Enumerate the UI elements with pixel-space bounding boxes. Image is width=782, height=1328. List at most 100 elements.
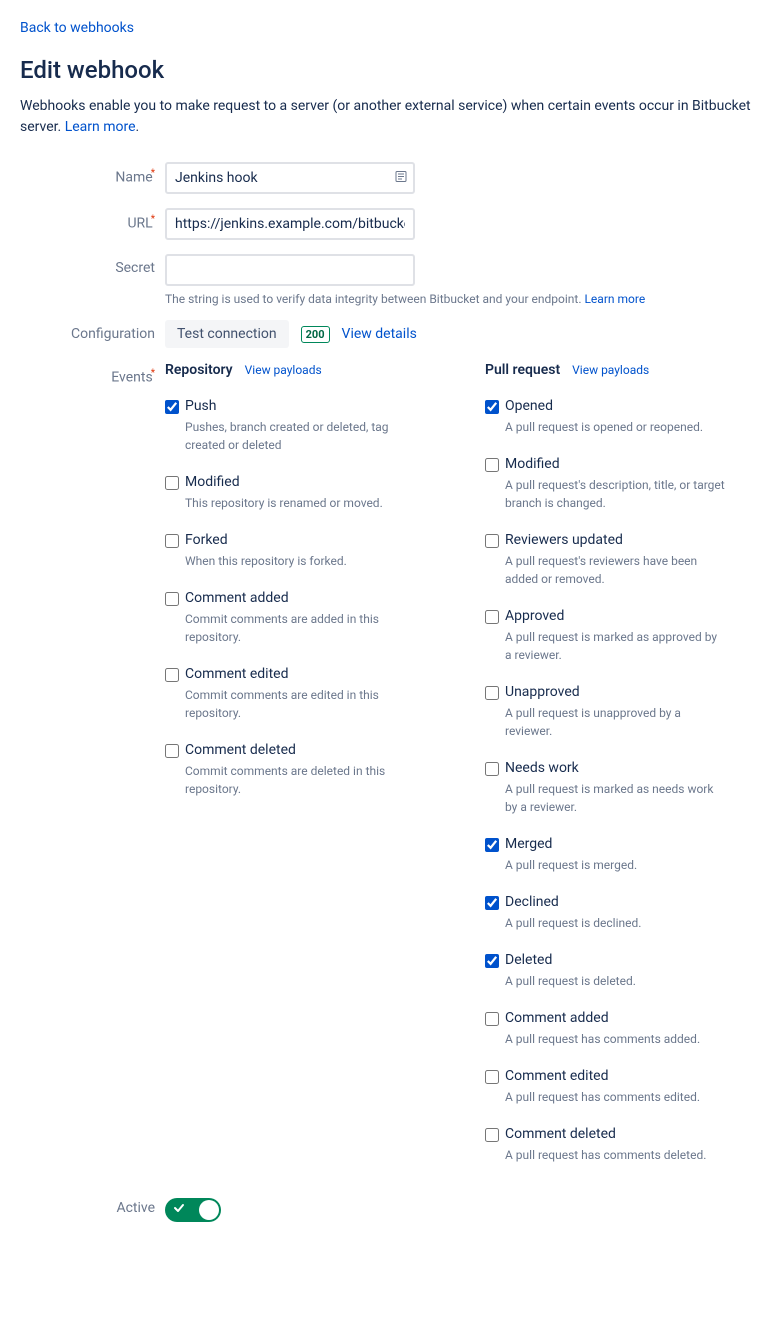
pr-event-desc: A pull request is merged. (505, 856, 725, 874)
pr-event-item: Unapproved A pull request is unapproved b… (485, 684, 725, 740)
pr-column-title: Pull request (485, 362, 560, 378)
pr-event-desc: A pull request is marked as approved by … (505, 628, 725, 664)
pr-event-item: Declined A pull request is declined. (485, 894, 725, 932)
secret-learn-more-link[interactable]: Learn more (584, 292, 645, 306)
pr-event-desc: A pull request has comments added. (505, 1030, 725, 1048)
pr-event-checkbox[interactable] (485, 610, 499, 624)
pr-view-payloads-link[interactable]: View payloads (572, 363, 649, 377)
events-label: Events* (20, 362, 165, 386)
pr-event-item: Comment added A pull request has comments… (485, 1010, 725, 1048)
repo-event-desc: Commit comments are edited in this repos… (185, 686, 405, 722)
pr-event-desc: A pull request's reviewers have been add… (505, 552, 725, 588)
pr-event-name: Reviewers updated (505, 532, 725, 548)
url-label: URL* (20, 208, 165, 232)
repo-event-item: Comment edited Commit comments are edited… (165, 666, 405, 722)
repo-event-checkbox[interactable] (165, 592, 179, 606)
repo-event-item: Comment deleted Commit comments are delet… (165, 742, 405, 798)
pr-event-checkbox[interactable] (485, 954, 499, 968)
pr-event-name: Approved (505, 608, 725, 624)
status-badge: 200 (301, 326, 330, 343)
active-toggle[interactable] (165, 1198, 221, 1222)
repo-event-desc: Commit comments are added in this reposi… (185, 610, 405, 646)
repo-event-desc: Pushes, branch created or deleted, tag c… (185, 418, 405, 454)
repo-event-desc: When this repository is forked. (185, 552, 405, 570)
repo-event-checkbox[interactable] (165, 476, 179, 490)
repo-event-checkbox[interactable] (165, 400, 179, 414)
repo-event-checkbox[interactable] (165, 668, 179, 682)
pr-event-desc: A pull request's description, title, or … (505, 476, 725, 512)
configuration-label: Configuration (20, 320, 165, 342)
name-label: Name* (20, 162, 165, 186)
repo-event-name: Comment deleted (185, 742, 405, 758)
test-connection-button[interactable]: Test connection (165, 320, 289, 348)
pr-event-checkbox[interactable] (485, 896, 499, 910)
pr-event-desc: A pull request is declined. (505, 914, 725, 932)
pr-event-checkbox[interactable] (485, 458, 499, 472)
repo-event-name: Push (185, 398, 405, 414)
pr-event-name: Needs work (505, 760, 725, 776)
pr-event-checkbox[interactable] (485, 838, 499, 852)
pr-event-name: Declined (505, 894, 725, 910)
repo-event-item: Push Pushes, branch created or deleted, t… (165, 398, 405, 454)
pr-event-checkbox[interactable] (485, 534, 499, 548)
pr-event-desc: A pull request is opened or reopened. (505, 418, 725, 436)
pr-event-item: Modified A pull request's description, ti… (485, 456, 725, 512)
repo-event-item: Modified This repository is renamed or mo… (165, 474, 405, 512)
pr-event-name: Comment edited (505, 1068, 725, 1084)
pr-event-name: Merged (505, 836, 725, 852)
repo-event-checkbox[interactable] (165, 744, 179, 758)
pr-event-name: Opened (505, 398, 725, 414)
repo-event-name: Modified (185, 474, 405, 490)
pr-event-checkbox[interactable] (485, 1070, 499, 1084)
pr-event-checkbox[interactable] (485, 400, 499, 414)
repo-event-checkbox[interactable] (165, 534, 179, 548)
repo-event-name: Comment added (185, 590, 405, 606)
pr-event-item: Needs work A pull request is marked as ne… (485, 760, 725, 816)
repo-event-desc: Commit comments are deleted in this repo… (185, 762, 405, 798)
check-icon (173, 1202, 185, 1218)
pr-event-name: Comment added (505, 1010, 725, 1026)
view-details-link[interactable]: View details (342, 326, 417, 342)
pr-event-desc: A pull request has comments edited. (505, 1088, 725, 1106)
pr-event-checkbox[interactable] (485, 686, 499, 700)
pr-event-desc: A pull request has comments deleted. (505, 1146, 725, 1164)
secret-label: Secret (20, 254, 165, 276)
url-input[interactable] (165, 208, 415, 240)
pr-event-checkbox[interactable] (485, 762, 499, 776)
page-description: Webhooks enable you to make request to a… (20, 96, 762, 138)
repo-event-item: Forked When this repository is forked. (165, 532, 405, 570)
pr-event-checkbox[interactable] (485, 1128, 499, 1142)
repo-event-item: Comment added Commit comments are added i… (165, 590, 405, 646)
repo-event-name: Forked (185, 532, 405, 548)
pr-event-item: Deleted A pull request is deleted. (485, 952, 725, 990)
repository-events-column: Repository View payloads Push Pushes, bra… (165, 362, 405, 1184)
repo-view-payloads-link[interactable]: View payloads (245, 363, 322, 377)
pr-event-item: Merged A pull request is merged. (485, 836, 725, 874)
pr-event-checkbox[interactable] (485, 1012, 499, 1026)
repository-column-title: Repository (165, 362, 233, 378)
pr-event-item: Approved A pull request is marked as appr… (485, 608, 725, 664)
repo-event-name: Comment edited (185, 666, 405, 682)
pr-event-name: Comment deleted (505, 1126, 725, 1142)
period: . (136, 119, 140, 135)
name-input[interactable] (165, 162, 415, 194)
toggle-knob (199, 1200, 219, 1220)
pull-request-events-column: Pull request View payloads Opened A pull … (485, 362, 725, 1184)
pr-event-name: Deleted (505, 952, 725, 968)
active-label: Active (20, 1198, 165, 1216)
pr-event-desc: A pull request is marked as needs work b… (505, 780, 725, 816)
page-title: Edit webhook (20, 56, 762, 84)
pr-event-item: Reviewers updated A pull request's review… (485, 532, 725, 588)
pr-event-name: Unapproved (505, 684, 725, 700)
learn-more-link[interactable]: Learn more (65, 119, 136, 135)
pr-event-name: Modified (505, 456, 725, 472)
repo-event-desc: This repository is renamed or moved. (185, 494, 405, 512)
back-to-webhooks-link[interactable]: Back to webhooks (20, 20, 762, 36)
secret-input[interactable] (165, 254, 415, 286)
pr-event-item: Comment edited A pull request has comment… (485, 1068, 725, 1106)
pr-event-item: Comment deleted A pull request has commen… (485, 1126, 725, 1164)
secret-help-text: The string is used to verify data integr… (165, 292, 762, 306)
pr-event-desc: A pull request is deleted. (505, 972, 725, 990)
pr-event-item: Opened A pull request is opened or reopen… (485, 398, 725, 436)
pr-event-desc: A pull request is unapproved by a review… (505, 704, 725, 740)
